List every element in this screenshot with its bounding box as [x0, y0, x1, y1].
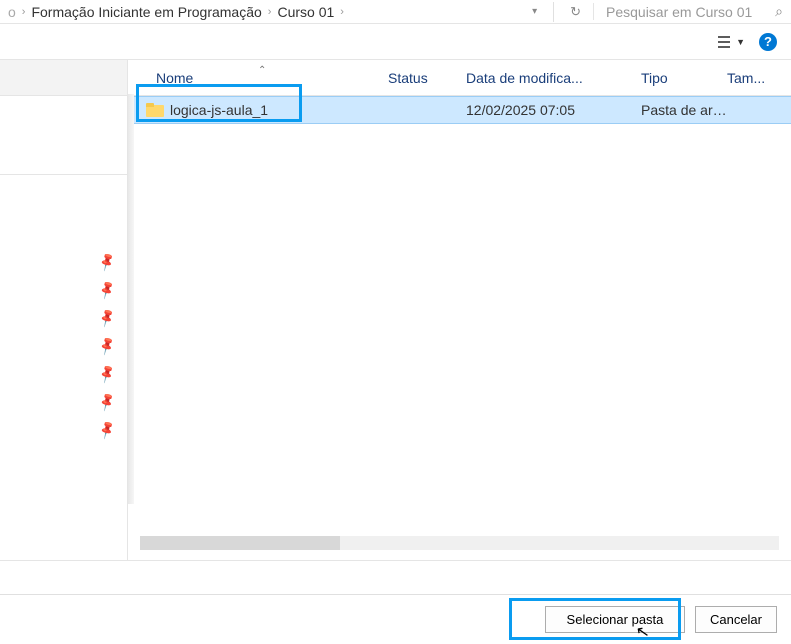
column-header-status[interactable]: Status: [388, 70, 466, 86]
breadcrumb-item-2[interactable]: Curso 01: [277, 4, 334, 20]
chevron-right-icon: ›: [340, 6, 344, 18]
nav-selected-item[interactable]: [0, 60, 127, 96]
column-header-name-label: Nome: [156, 70, 193, 86]
breadcrumb[interactable]: o › Formação Iniciante em Programação › …: [8, 4, 532, 20]
pin-icon: 📌: [96, 307, 118, 329]
breadcrumb-partial: o: [8, 4, 16, 20]
chevron-down-icon: ▼: [736, 37, 745, 47]
sort-caret-icon: ⌃: [258, 65, 266, 76]
nav-separator: [0, 174, 127, 175]
view-options-button[interactable]: ▼: [717, 35, 745, 49]
column-header-type[interactable]: Tipo: [641, 70, 727, 86]
chevron-right-icon: ›: [268, 6, 272, 18]
pin-icon: 📌: [96, 363, 118, 385]
column-header-date[interactable]: Data de modifica...: [466, 70, 641, 86]
select-folder-button[interactable]: Selecionar pasta: [545, 606, 685, 633]
pin-icon: 📌: [96, 419, 118, 441]
cancel-button[interactable]: Cancelar: [695, 606, 777, 633]
folder-icon: [146, 103, 164, 117]
file-row-date: 12/02/2025 07:05: [466, 102, 641, 118]
column-headers[interactable]: Nome ⌃ Status Data de modifica... Tipo T…: [128, 60, 791, 96]
pin-icon: 📌: [96, 391, 118, 413]
help-button[interactable]: ?: [759, 33, 777, 51]
pin-icon: 📌: [96, 251, 118, 273]
refresh-icon[interactable]: ↻: [570, 4, 581, 20]
file-row[interactable]: logica-js-aula_1 12/02/2025 07:05 Pasta …: [128, 96, 791, 124]
footer-gap: [0, 560, 791, 594]
separator: [553, 2, 554, 22]
file-list-pane[interactable]: Nome ⌃ Status Data de modifica... Tipo T…: [128, 60, 791, 560]
navigation-pane[interactable]: 📌 📌 📌 📌 📌 📌 📌: [0, 60, 128, 560]
horizontal-scrollbar[interactable]: [140, 536, 779, 550]
quick-access-pins: 📌 📌 📌 📌 📌 📌 📌: [99, 254, 115, 438]
dropdown-caret-icon[interactable]: ▾: [532, 6, 537, 17]
column-header-size[interactable]: Tam...: [727, 70, 791, 86]
breadcrumb-item-1[interactable]: Formação Iniciante em Programação: [31, 4, 261, 20]
file-row-name: logica-js-aula_1: [170, 102, 268, 118]
pin-icon: 📌: [96, 335, 118, 357]
file-row-type: Pasta de arqui...: [641, 102, 727, 118]
search-input[interactable]: Pesquisar em Curso 01 ⌕: [593, 3, 783, 20]
pin-icon: 📌: [96, 279, 118, 301]
scroll-groove: [128, 94, 134, 504]
search-icon: ⌕: [775, 3, 783, 20]
chevron-right-icon: ›: [22, 6, 26, 18]
search-placeholder: Pesquisar em Curso 01: [606, 4, 752, 20]
column-header-name[interactable]: Nome ⌃: [128, 70, 388, 86]
list-icon: [717, 35, 733, 49]
